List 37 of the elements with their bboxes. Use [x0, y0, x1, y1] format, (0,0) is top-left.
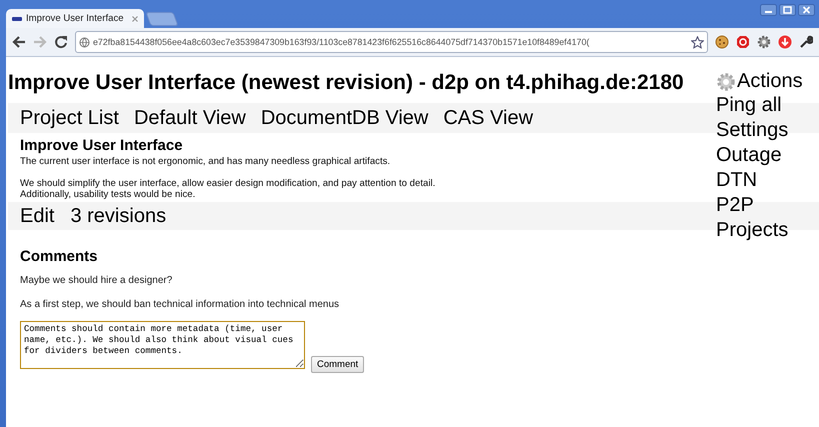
stop-sign-icon[interactable]: [736, 35, 750, 49]
star-icon[interactable]: [691, 36, 704, 48]
close-icon[interactable]: [132, 16, 138, 22]
menu-link[interactable]: Ping all: [716, 93, 782, 118]
reload-icon[interactable]: [54, 35, 68, 49]
nav-link[interactable]: CAS View: [443, 106, 534, 130]
comments-heading: Comments: [20, 248, 98, 265]
close-icon[interactable]: [798, 4, 815, 16]
download-icon[interactable]: [778, 35, 792, 49]
document-paragraph: The current user interface is not ergonomic, and has many needless graphical artifacts.: [20, 156, 390, 167]
nav-link[interactable]: Project List: [20, 106, 119, 130]
browser-tab[interactable]: Improve User Interface: [6, 9, 144, 28]
comment-text: As a first step, we should ban technical information into technical menus: [20, 299, 340, 310]
page-title: Improve User Interface (newest revision) - d2p on t4.phihag.de:2180: [8, 71, 684, 95]
document-link[interactable]: 3 revisions: [70, 204, 166, 228]
menu-link[interactable]: P2P: [716, 193, 754, 218]
nav-link[interactable]: DocumentDB View: [260, 106, 428, 130]
menu-link[interactable]: DTN: [716, 168, 758, 193]
globe-icon: [79, 36, 90, 48]
document-link[interactable]: Edit: [20, 204, 54, 228]
cookie-icon[interactable]: [715, 35, 729, 49]
menu-link[interactable]: Settings: [716, 118, 788, 143]
gear-icon[interactable]: [757, 35, 771, 49]
maximize-icon[interactable]: [779, 4, 796, 16]
comment-text: Maybe we should hire a designer?: [20, 275, 172, 286]
document-paragraph: We should simplify the user interface, allow easier design modification, and pay attention to detail. Additionally, usability tests would be nice.: [20, 178, 436, 200]
address-bar[interactable]: e72fba8154438f056ee4a8c603ec7e3539847309b163f93/1103ce8781423f6f625516c8644075df714370b1571e10f8489ef4170(: [75, 31, 708, 53]
actions-heading: Actions: [737, 70, 803, 93]
menu-link[interactable]: Projects: [716, 218, 788, 243]
minimize-icon[interactable]: [760, 4, 777, 16]
comment-button[interactable]: Comment: [311, 356, 364, 373]
comment-field[interactable]: Comments should contain more metadata (time, user name, etc.). We should also think about visual cues for dividers between comments.: [20, 321, 305, 369]
menu-link[interactable]: Outage: [716, 143, 782, 168]
back-icon[interactable]: [12, 35, 26, 49]
gear-icon: [716, 72, 736, 92]
nav-link[interactable]: Default View: [134, 106, 246, 130]
document-title: Improve User Interface: [20, 137, 184, 154]
